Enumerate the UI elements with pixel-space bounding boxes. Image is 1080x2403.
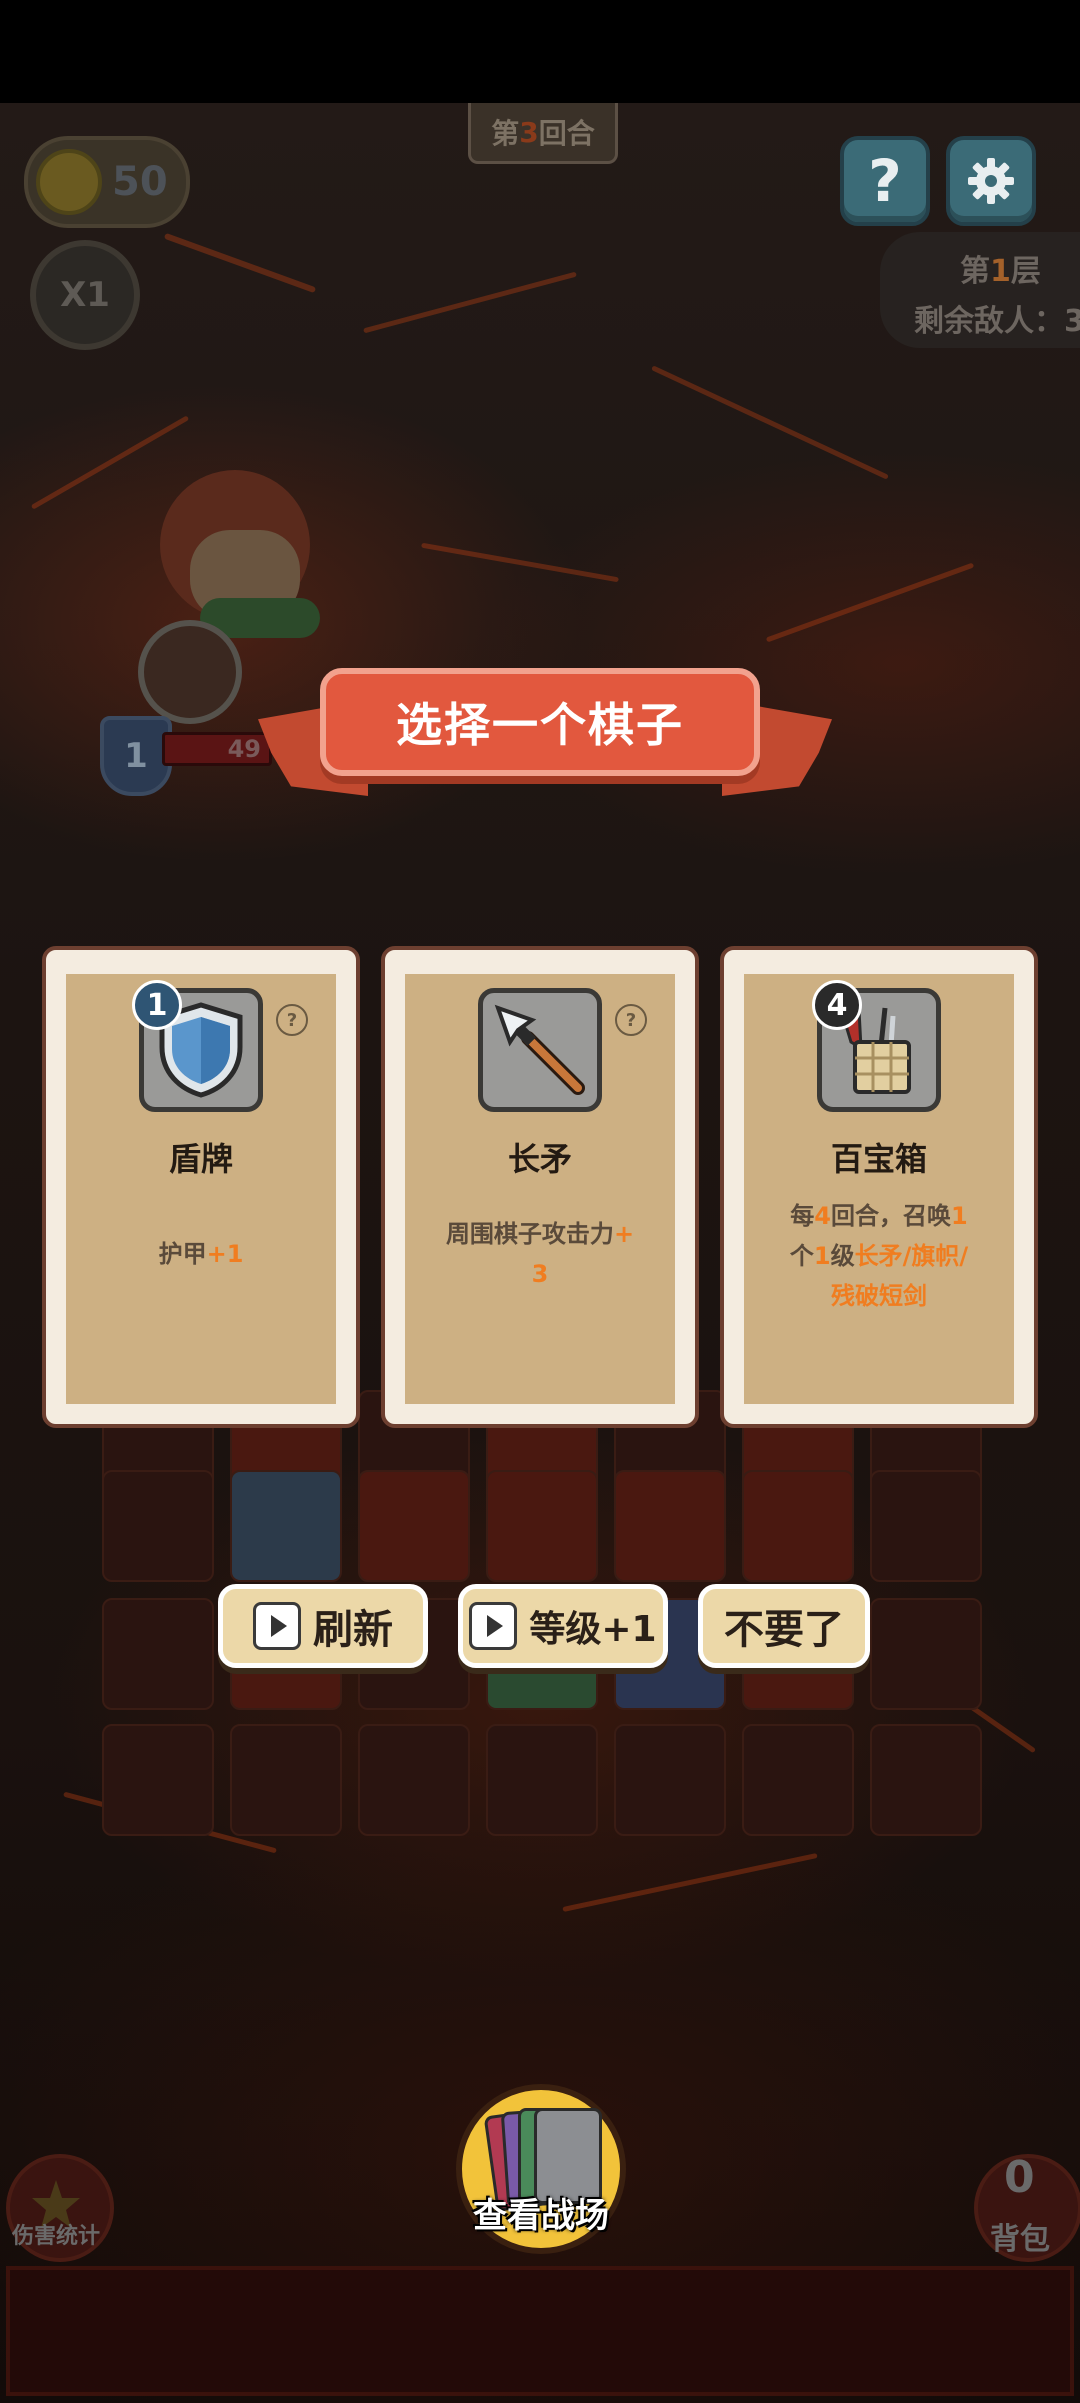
card-help-icon[interactable]: ? bbox=[615, 1004, 647, 1036]
skip-button[interactable]: 不要了 bbox=[698, 1584, 870, 1668]
floor-panel: 第1层 剩余敌人：3 bbox=[880, 232, 1080, 348]
board-cell[interactable] bbox=[870, 1598, 982, 1710]
desc-text: 护甲 bbox=[158, 1240, 207, 1268]
board-cell[interactable] bbox=[102, 1724, 214, 1836]
desc-text: 周围棋子攻击力 bbox=[445, 1220, 614, 1248]
gear-icon bbox=[968, 158, 1014, 204]
choice-card-spear[interactable]: ? 长矛 周围棋子攻击力+ 3 bbox=[381, 946, 699, 1428]
settings-button[interactable] bbox=[946, 136, 1036, 226]
round-prefix: 第 bbox=[491, 117, 520, 150]
bag-count: 0 bbox=[1004, 2152, 1035, 2203]
hero-shield-icon bbox=[138, 620, 242, 724]
bottom-bar bbox=[6, 2266, 1074, 2396]
board-cell[interactable] bbox=[102, 1598, 214, 1710]
desc-text: 级 bbox=[830, 1242, 855, 1270]
card-description: 周围棋子攻击力+ 3 bbox=[429, 1214, 651, 1294]
floor-prefix: 第 bbox=[960, 254, 990, 289]
board-cell[interactable] bbox=[230, 1724, 342, 1836]
round-suffix: 回合 bbox=[538, 117, 595, 150]
hero-hp-value: 49 bbox=[227, 735, 261, 763]
skip-label: 不要了 bbox=[724, 1607, 844, 1653]
desc-highlight: 3 bbox=[531, 1260, 549, 1288]
level-up-button[interactable]: 等级+1 bbox=[458, 1584, 668, 1668]
level-up-label: 等级+1 bbox=[529, 1609, 657, 1650]
card-name: 长矛 bbox=[507, 1140, 572, 1178]
board-cell[interactable] bbox=[870, 1470, 982, 1582]
desc-highlight: 1 bbox=[951, 1202, 968, 1230]
board-cell[interactable] bbox=[358, 1724, 470, 1836]
board-cell[interactable] bbox=[614, 1724, 726, 1836]
board-cell[interactable] bbox=[742, 1724, 854, 1836]
board-cell[interactable] bbox=[870, 1724, 982, 1836]
board-cell[interactable] bbox=[614, 1470, 726, 1582]
desc-highlight: 残破短剑 bbox=[831, 1282, 927, 1310]
choice-card-treasure-box[interactable]: 百宝箱 每4回合，召唤1 个1级长矛/旗帜/残破短剑 4 bbox=[720, 946, 1038, 1428]
card-description: 护甲+1 bbox=[90, 1234, 312, 1274]
video-ad-icon bbox=[469, 1602, 518, 1650]
desc-text: 每 bbox=[790, 1202, 815, 1230]
floor-indicator: 第1层 bbox=[960, 246, 1041, 290]
speed-button[interactable]: X1 bbox=[30, 240, 140, 350]
coin-counter: 50 bbox=[24, 136, 190, 228]
board-cell[interactable] bbox=[742, 1470, 854, 1582]
card-level-badge: 1 bbox=[132, 980, 182, 1030]
card-help-glyph: ? bbox=[286, 1009, 298, 1031]
card-help-glyph: ? bbox=[625, 1009, 637, 1031]
card-name: 盾牌 bbox=[168, 1140, 233, 1178]
floor-number: 1 bbox=[990, 254, 1011, 289]
damage-stats-label: 伤害统计 bbox=[12, 2224, 101, 2249]
floor-suffix: 层 bbox=[1010, 254, 1041, 289]
enemies-remaining: 剩余敌人：3 bbox=[914, 304, 1080, 339]
board-cell-unit[interactable] bbox=[230, 1470, 342, 1582]
hero-armor-value: 1 bbox=[124, 736, 148, 776]
hero-hp-bar: 49 bbox=[162, 732, 272, 766]
dialog-title-ribbon: 选择一个棋子 bbox=[320, 668, 760, 776]
desc-highlight: 4 bbox=[814, 1202, 831, 1230]
card-level-value: 1 bbox=[146, 987, 168, 1023]
card-name: 百宝箱 bbox=[830, 1140, 927, 1178]
game-screen: 第 3 回合 50 X1 ? 第1层 剩余敌人：3 1 49 选择一个棋子 ? … bbox=[0, 0, 1080, 2403]
board-cell[interactable] bbox=[486, 1470, 598, 1582]
board-cell[interactable] bbox=[102, 1470, 214, 1582]
desc-text: 个 bbox=[789, 1242, 814, 1270]
question-icon: ? bbox=[868, 147, 902, 215]
spear-icon bbox=[494, 1004, 585, 1095]
coin-value: 50 bbox=[112, 159, 168, 205]
choice-card-shield[interactable]: ? 盾牌 护甲+1 1 bbox=[42, 946, 360, 1428]
card-paper: 百宝箱 每4回合，召唤1 个1级长矛/旗帜/残破短剑 bbox=[744, 974, 1014, 1404]
desc-highlight: 1 bbox=[813, 1242, 831, 1270]
bag-label: 背包 bbox=[990, 2222, 1050, 2257]
refresh-label: 刷新 bbox=[313, 1607, 393, 1653]
refresh-button[interactable]: 刷新 bbox=[218, 1584, 428, 1668]
board-cell[interactable] bbox=[358, 1470, 470, 1582]
round-number: 3 bbox=[519, 115, 539, 149]
video-ad-icon bbox=[253, 1602, 301, 1650]
help-button[interactable]: ? bbox=[840, 136, 930, 226]
round-indicator: 第 3 回合 bbox=[468, 103, 618, 164]
dialog-title: 选择一个棋子 bbox=[396, 698, 684, 752]
card-paper: ? 长矛 周围棋子攻击力+ 3 bbox=[405, 974, 675, 1404]
status-bar bbox=[0, 0, 1080, 103]
speed-label: X1 bbox=[60, 275, 110, 315]
card-description: 每4回合，召唤1 个1级长矛/旗帜/残破短剑 bbox=[768, 1196, 990, 1316]
card-level-badge: 4 bbox=[812, 980, 862, 1030]
desc-highlight: 长矛/旗帜/ bbox=[854, 1242, 969, 1270]
desc-highlight: + bbox=[613, 1220, 635, 1248]
desc-highlight: +1 bbox=[206, 1240, 244, 1268]
card-paper: ? 盾牌 护甲+1 bbox=[66, 974, 336, 1404]
card-level-value: 4 bbox=[826, 987, 848, 1023]
board-cell[interactable] bbox=[486, 1724, 598, 1836]
coin-icon bbox=[36, 149, 102, 215]
card-help-icon[interactable]: ? bbox=[276, 1004, 308, 1036]
card-icon-frame bbox=[478, 988, 602, 1112]
view-battlefield-label: 查看战场 bbox=[473, 2196, 609, 2236]
desc-text: 回合，召唤 bbox=[831, 1202, 951, 1230]
